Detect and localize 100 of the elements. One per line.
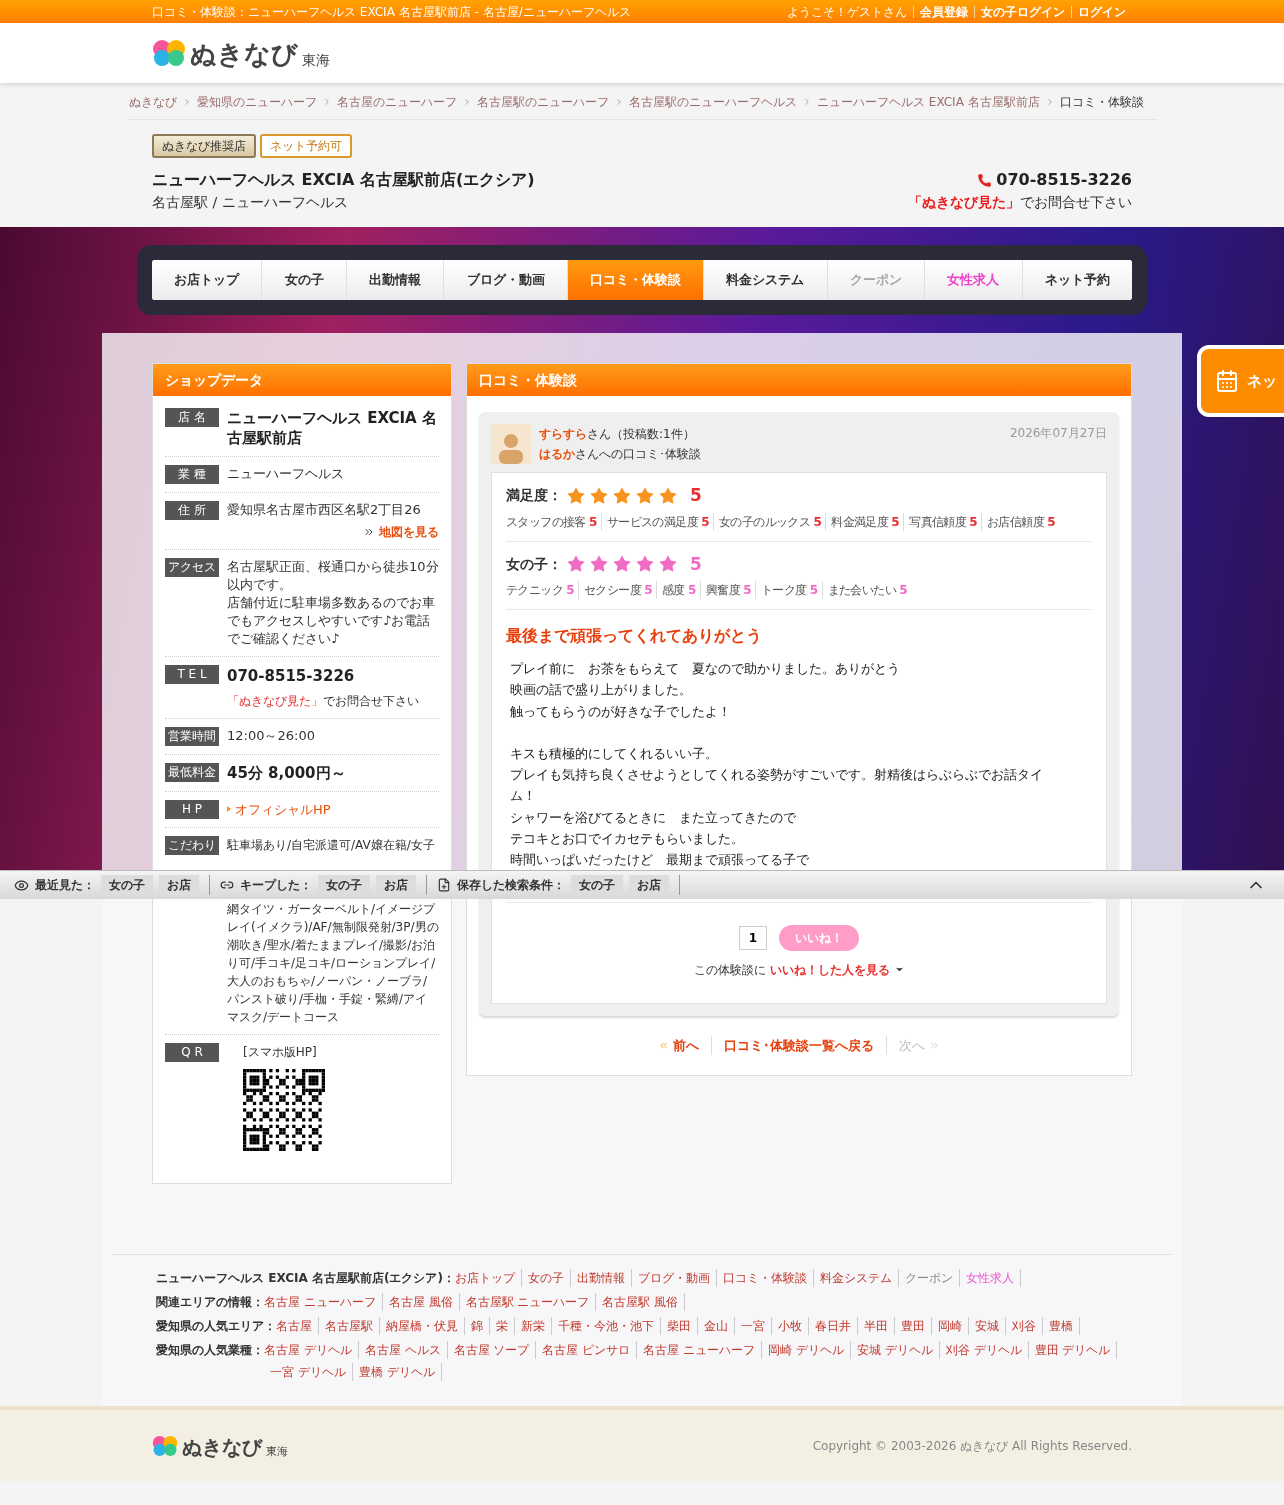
footer-link[interactable]: 名古屋 デリヘル — [264, 1341, 359, 1359]
footer-link[interactable]: 春日井 — [809, 1317, 858, 1335]
footer-link[interactable]: 女の子 — [521, 1269, 571, 1287]
footer-link[interactable]: 名古屋 ニューハーフ — [264, 1293, 383, 1311]
nav-tab[interactable]: 料金システム — [704, 260, 828, 300]
footer-link[interactable]: 一宮 デリヘル — [264, 1363, 353, 1381]
footer-link[interactable]: 錦 — [465, 1317, 490, 1335]
contact-note: 「ぬきなび見た」でお問合せ下さい — [227, 692, 420, 710]
region-label: 東海 — [302, 53, 330, 67]
footer-label: 愛知県の人気エリア： — [156, 1318, 276, 1335]
rating-label: 満足度： — [506, 486, 562, 506]
current-page-label: 口コミ・体験談 — [1059, 94, 1144, 111]
breadcrumb-link[interactable]: 愛知県のニューハーフ — [197, 93, 317, 111]
logo-text[interactable]: ぬきなび — [190, 41, 298, 67]
rating-score: 5 — [690, 484, 702, 507]
footer-link[interactable]: 女性求人 — [959, 1269, 1021, 1287]
footer-link[interactable]: 豊田 デリヘル — [1028, 1341, 1118, 1359]
footer-link[interactable]: 名古屋 ソープ — [447, 1341, 537, 1359]
review-text: テコキとお口でイカセテもらいました。 — [510, 830, 745, 849]
sub-rating: セクシー度 5 — [584, 581, 657, 599]
footer-link[interactable]: 半田 — [858, 1317, 895, 1335]
footer-link[interactable]: 栄 — [490, 1317, 515, 1335]
footer-link[interactable]: 名古屋 — [276, 1317, 319, 1335]
footer-link[interactable]: 名古屋 風俗 — [382, 1293, 460, 1311]
nav-tab[interactable]: 女性求人 — [925, 260, 1023, 300]
footer-link[interactable]: 口コミ・体験談 — [716, 1269, 814, 1287]
chevron-icon — [802, 97, 812, 107]
review-text: 時間いっぱいだったけど 最期まで頑張ってる子で — [510, 851, 810, 870]
footer-link[interactable]: 新栄 — [515, 1317, 552, 1335]
footer-label: ニューハーフヘルス EXCIA 名古屋駅前店(エクシア)： — [156, 1270, 455, 1287]
shop-badge: ネット予約可 — [260, 134, 352, 158]
like-count: 1 — [738, 925, 768, 950]
sub-rating: スタッフの接客 5 — [506, 512, 602, 531]
footer-link[interactable]: 豊橋 デリヘル — [352, 1363, 442, 1381]
footer-link[interactable]: 名古屋駅 — [319, 1317, 380, 1335]
footer-link[interactable]: ブログ・動画 — [631, 1269, 717, 1287]
footer-link[interactable]: 名古屋 ヘルス — [358, 1341, 448, 1359]
footer-link[interactable]: 小牧 — [772, 1317, 809, 1335]
nav-tab[interactable]: 出勤情報 — [346, 260, 445, 300]
review-date: 2026年07月27日 — [1009, 425, 1107, 442]
panel-header: 口コミ・体験談 — [467, 364, 1131, 396]
nav-tab[interactable]: ブログ・動画 — [444, 260, 568, 300]
footer-link[interactable]: 岡崎 デリヘル — [762, 1341, 851, 1359]
footer-link[interactable]: 岡崎 — [932, 1317, 969, 1335]
footer-link[interactable]: お店トップ — [454, 1269, 522, 1287]
footer-link[interactable]: 刈谷 デリヘル — [939, 1341, 1029, 1359]
footer-link[interactable]: 出勤情報 — [570, 1269, 632, 1287]
footer-link[interactable]: 名古屋駅 風俗 — [596, 1293, 686, 1311]
field-value: ニューハーフヘルス EXCIA 名古屋駅前店 — [227, 408, 438, 448]
nav-tab[interactable]: 女の子 — [262, 260, 347, 300]
review-text: シャワーを浴びてるときに また立ってきたので — [510, 808, 797, 827]
chevron-icon — [322, 97, 332, 107]
map-link[interactable]: 地図を見る — [363, 523, 439, 541]
phone-icon — [977, 172, 993, 188]
footer-link[interactable]: 刈谷 — [1006, 1317, 1043, 1335]
liked-users-link[interactable]: いいね！した人を見る — [769, 960, 890, 979]
breadcrumb-link[interactable]: ニューハーフヘルス EXCIA 名古屋駅前店 — [817, 93, 1040, 111]
pager-link[interactable]: 前へ — [646, 1035, 712, 1056]
breadcrumb-link[interactable]: ぬきなび — [129, 93, 177, 111]
footer-link[interactable]: 名古屋駅 ニューハーフ — [459, 1293, 597, 1311]
footer-link[interactable]: 料金システム — [813, 1269, 899, 1287]
breadcrumb-link[interactable]: 名古屋のニューハーフ — [337, 93, 457, 111]
greeting-text: ようこそ！ゲストさん — [787, 3, 908, 21]
footer-link[interactable]: 名古屋 ニューハーフ — [637, 1341, 763, 1359]
field-label: 最低料金 — [165, 762, 219, 782]
footer-label: 愛知県の人気業種： — [156, 1342, 264, 1359]
logo-text[interactable]: ぬきなび — [182, 1436, 262, 1457]
footer-link[interactable]: 安城 — [969, 1317, 1006, 1335]
field-value: 駐車場あり/自宅派遣可/AV嬢在籍/女子 — [227, 837, 436, 854]
footer-link[interactable]: 柴田 — [661, 1317, 698, 1335]
field-label: 営業時間 — [165, 726, 219, 746]
history-label: 保存した検索条件： — [457, 877, 565, 894]
footer-link[interactable]: 千種・今池・池下 — [552, 1317, 661, 1335]
footer-link[interactable]: クーポン — [898, 1269, 960, 1287]
footer-label: 関連エリアの情報： — [156, 1294, 264, 1311]
history-label: 最近見た： — [35, 877, 95, 894]
nav-tab[interactable]: ネット予約 — [1022, 260, 1132, 300]
breadcrumb-link[interactable]: 名古屋駅のニューハーフ — [477, 93, 609, 111]
pager-link[interactable]: 口コミ･体験談一覧へ戻る — [712, 1035, 887, 1056]
review-text: キスも積極的にしてくれるいい子。 — [510, 744, 719, 763]
footer-link[interactable]: 金山 — [698, 1317, 735, 1335]
review-text: 映画の話で盛り上がりました。 — [510, 681, 693, 700]
field-label: 店 名 — [165, 408, 219, 427]
field-value: 12:00～26:00 — [227, 726, 316, 745]
footer-link[interactable]: 納屋橋・伏見 — [380, 1317, 465, 1335]
nav-tab[interactable]: お店トップ — [152, 260, 263, 300]
footer-link[interactable]: 豊田 — [895, 1317, 932, 1335]
official-site-link[interactable]: オフィシャルHP — [227, 799, 439, 819]
qr-caption: [スマホ版HP] — [243, 1044, 317, 1061]
like-note: この体験談に — [693, 961, 766, 979]
pager-link: 次へ — [887, 1035, 952, 1056]
double-chevron-icon — [363, 526, 375, 538]
footer-link[interactable]: 一宮 — [735, 1317, 772, 1335]
footer-link[interactable]: 安城 デリヘル — [850, 1341, 940, 1359]
breadcrumb-link[interactable]: 名古屋駅のニューハーフヘルス — [629, 93, 797, 111]
review-text: プレイ前に お茶をもらえて 夏なので助かりました。ありがとう — [510, 660, 901, 678]
footer-link[interactable]: 豊橋 — [1043, 1317, 1080, 1335]
footer-link[interactable]: 名古屋 ピンサロ — [536, 1341, 638, 1359]
calendar-icon — [1215, 369, 1239, 393]
sub-rating: 女の子のルックス 5 — [718, 512, 827, 531]
